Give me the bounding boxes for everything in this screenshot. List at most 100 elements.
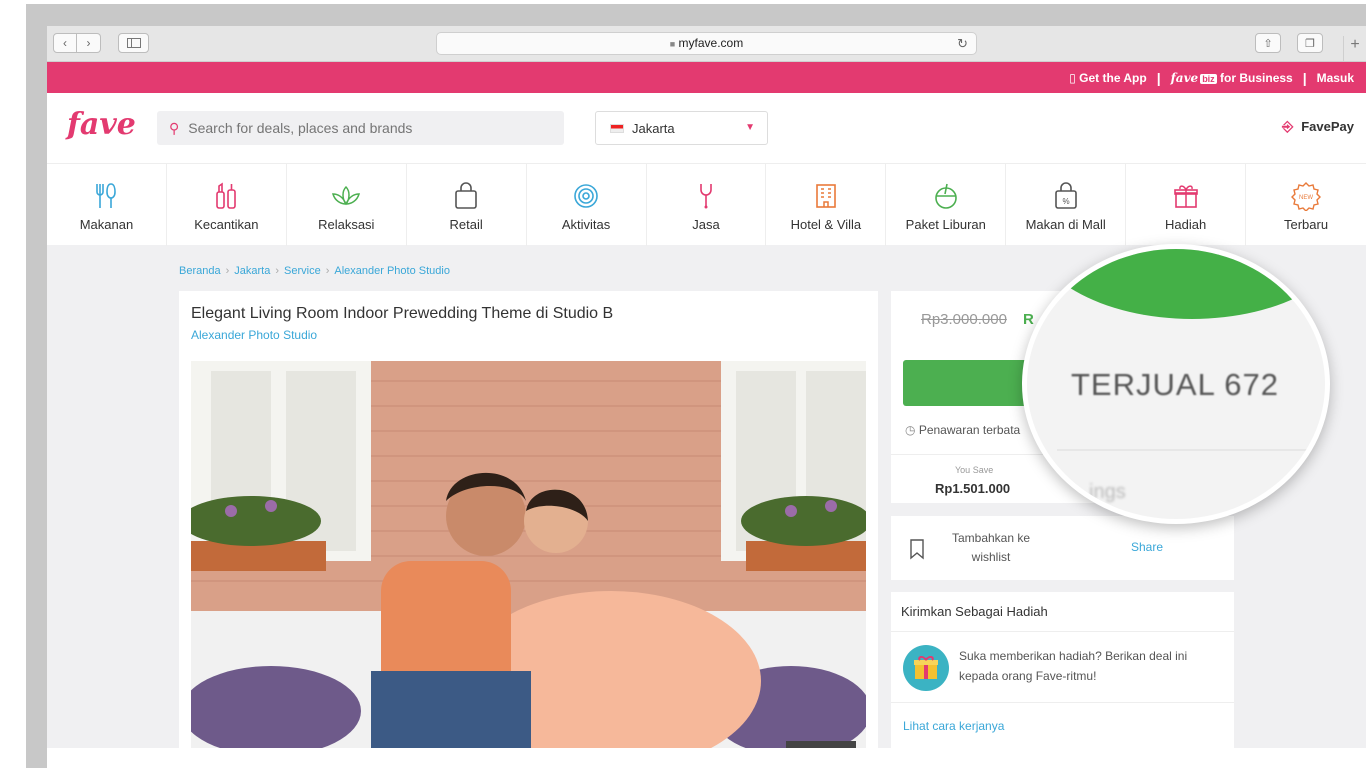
- bookmark-icon[interactable]: [909, 538, 925, 560]
- category-label: Makanan: [79, 217, 134, 232]
- new-tab-button[interactable]: +: [1343, 36, 1366, 62]
- breadcrumb-item[interactable]: Beranda: [179, 265, 221, 277]
- you-save-value: Rp1.501.000: [935, 481, 1011, 496]
- category-retail[interactable]: Retail: [407, 164, 527, 246]
- phone-icon: ▯: [1069, 71, 1076, 85]
- gift-box-icon: [903, 645, 949, 691]
- svg-text:NEW: NEW: [1299, 195, 1313, 201]
- favebiz-logo: fave: [1170, 71, 1199, 85]
- sold-count: TERJUAL 672: [1071, 367, 1279, 402]
- for-business-label: for Business: [1220, 71, 1293, 85]
- category-label: Terbaru: [1283, 217, 1329, 232]
- breadcrumb-item[interactable]: Service: [284, 265, 321, 277]
- search-input[interactable]: [188, 120, 539, 136]
- share-button[interactable]: ⇧: [1255, 33, 1281, 53]
- city-select[interactable]: Jakarta ▼: [595, 111, 768, 145]
- category-label: Retail: [449, 217, 483, 232]
- svg-text:%: %: [1062, 197, 1069, 206]
- shopping-bag-icon: [455, 182, 477, 209]
- divider: [891, 631, 1234, 632]
- divider: [891, 702, 1234, 703]
- search-box[interactable]: ⚲: [157, 111, 564, 145]
- address-bar[interactable]: ■ myfave.com ↻: [436, 32, 977, 55]
- category-aktivitas[interactable]: Aktivitas: [527, 164, 647, 246]
- chevron-right-icon: ›: [86, 36, 91, 50]
- category-makan-di-mall[interactable]: % Makan di Mall: [1006, 164, 1127, 246]
- favepay-icon: ⎆: [1282, 118, 1294, 134]
- coconut-icon: [934, 183, 957, 209]
- chevron-right-icon: ›: [325, 265, 330, 277]
- you-save-label: You Save: [955, 465, 994, 475]
- lotus-icon: [332, 185, 361, 206]
- divider: |: [1156, 70, 1161, 86]
- favepay-label: FavePay: [1301, 119, 1354, 134]
- category-makanan[interactable]: Makanan: [47, 164, 167, 246]
- business-link[interactable]: fave biz for Business: [1171, 71, 1293, 85]
- chevron-left-icon: ‹: [63, 36, 67, 50]
- sidebar-toggle-button[interactable]: [118, 33, 149, 53]
- category-label: Hotel & Villa: [790, 217, 862, 232]
- buy-button-zoomed: [1027, 249, 1325, 319]
- clock-icon: ◷: [905, 423, 916, 437]
- divider: [1057, 449, 1317, 451]
- limited-offer-text: Penawaran terbata: [918, 423, 1021, 437]
- reload-icon[interactable]: ↻: [957, 33, 968, 54]
- category-terbaru[interactable]: NEW Terbaru: [1246, 164, 1366, 246]
- prewedding-photo: [191, 361, 866, 751]
- category-label: Kecantikan: [194, 217, 259, 232]
- fave-logo[interactable]: fave: [67, 107, 136, 142]
- gift-title: Kirimkan Sebagai Hadiah: [901, 604, 1048, 619]
- screen: ‹ › ■ myfave.com ↻ ⇧ ❐ + ▯ Get the App |…: [0, 0, 1366, 768]
- divider: |: [1302, 70, 1307, 86]
- site-header: fave ⚲ Jakarta ▼ ⎆ FavePay: [47, 93, 1366, 163]
- get-app-link[interactable]: ▯ Get the App: [1069, 71, 1147, 85]
- caret-down-icon: ▼: [745, 122, 755, 133]
- category-label: Jasa: [692, 217, 720, 232]
- fork-spoon-icon: [96, 183, 117, 208]
- deal-photo[interactable]: [191, 361, 866, 751]
- breadcrumb-item[interactable]: Alexander Photo Studio: [334, 265, 450, 277]
- category-jasa[interactable]: Jasa: [647, 164, 767, 246]
- merchant-link[interactable]: Alexander Photo Studio: [191, 328, 317, 342]
- category-paket-liburan[interactable]: Paket Liburan: [886, 164, 1007, 246]
- gift-description: Suka memberikan hadiah? Berikan deal ini…: [959, 649, 1188, 683]
- category-relaksasi[interactable]: Relaksasi: [287, 164, 407, 246]
- category-label: Makan di Mall: [1025, 217, 1106, 232]
- beauty-icon: [216, 182, 237, 209]
- top-bar: ▯ Get the App | fave biz for Business | M…: [47, 62, 1366, 93]
- gift-icon: [1173, 185, 1198, 208]
- tabs-button[interactable]: ❐: [1297, 33, 1323, 53]
- deal-title: Elegant Living Room Indoor Prewedding Th…: [191, 305, 614, 322]
- city-label: Jakarta: [632, 120, 675, 136]
- chevron-right-icon: ›: [225, 265, 230, 277]
- wrench-icon: [700, 184, 712, 209]
- indonesia-flag-icon: [610, 123, 624, 133]
- favepay-link[interactable]: ⎆ FavePay: [1282, 118, 1354, 135]
- share-icon: ⇧: [1263, 37, 1273, 50]
- back-button[interactable]: ‹: [53, 33, 77, 53]
- chevron-right-icon: ›: [275, 265, 280, 277]
- how-it-works-link[interactable]: Lihat cara kerjanya: [903, 719, 1004, 733]
- new-badge-icon: NEW: [1291, 182, 1322, 211]
- forward-button[interactable]: ›: [77, 33, 101, 53]
- deal-card: Elegant Living Room Indoor Prewedding Th…: [179, 291, 878, 751]
- login-link[interactable]: Masuk: [1317, 71, 1354, 85]
- magnifier-callout: TERJUAL 672 ings: [1022, 244, 1330, 524]
- category-label: Relaksasi: [318, 217, 375, 232]
- category-kecantikan[interactable]: Kecantikan: [167, 164, 287, 246]
- get-app-label: Get the App: [1079, 71, 1147, 85]
- wishlist-panel: Tambahkan ke wishlist Share: [891, 516, 1234, 580]
- page-footer-edge: [47, 748, 1366, 768]
- tabs-icon: ❐: [1305, 37, 1315, 50]
- category-label: Hadiah: [1165, 217, 1207, 232]
- category-hadiah[interactable]: Hadiah: [1126, 164, 1247, 246]
- share-link[interactable]: Share: [1131, 540, 1163, 554]
- breadcrumb: Beranda › Jakarta › Service › Alexander Photo …: [179, 265, 450, 277]
- wishlist-button[interactable]: Tambahkan ke wishlist: [943, 529, 1039, 567]
- category-hotel-villa[interactable]: Hotel & Villa: [766, 164, 887, 246]
- breadcrumb-item[interactable]: Jakarta: [234, 265, 270, 277]
- nav-buttons: ‹ ›: [53, 33, 101, 53]
- search-icon: ⚲: [169, 119, 180, 136]
- limited-offer: ◷ Penawaran terbata: [905, 423, 1020, 437]
- lock-icon: ■: [669, 39, 676, 49]
